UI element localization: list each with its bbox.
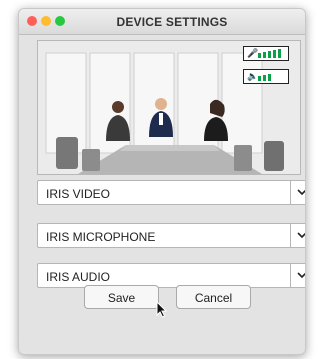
level-bar [268, 51, 271, 58]
video-device-value: IRIS VIDEO [46, 187, 111, 201]
microphone-level-meter: 🎤 [243, 46, 289, 61]
level-bar [263, 52, 266, 58]
chevron-down-icon[interactable] [290, 181, 305, 204]
zoom-window-button[interactable] [55, 16, 65, 26]
chevron-down-icon[interactable] [290, 224, 305, 247]
save-button[interactable]: Save [84, 285, 159, 309]
video-preview: 🎤 🔈 [37, 40, 301, 175]
audio-device-value: IRIS AUDIO [46, 270, 111, 284]
title-bar[interactable]: DEVICE SETTINGS [19, 9, 305, 35]
cancel-button[interactable]: Cancel [176, 285, 251, 309]
level-bar [273, 50, 276, 58]
mouse-cursor-icon [156, 301, 168, 318]
minimize-window-button[interactable] [41, 16, 51, 26]
audio-device-select[interactable]: IRIS AUDIO [37, 263, 305, 288]
microphone-device-value: IRIS MICROPHONE [46, 230, 156, 244]
level-bar [263, 75, 266, 81]
device-settings-window: DEVICE SETTINGS 🎤 🔈 IRIS VIDEO IRIS MICR… [18, 8, 306, 355]
microphone-icon: 🎤 [247, 48, 259, 58]
video-device-select[interactable]: IRIS VIDEO [37, 180, 305, 205]
speaker-icon: 🔈 [247, 71, 259, 81]
level-bar [278, 49, 281, 58]
level-bar [258, 53, 261, 58]
speaker-level-meter: 🔈 [243, 69, 289, 84]
level-bar [258, 76, 261, 81]
level-bar [268, 74, 271, 81]
microphone-device-select[interactable]: IRIS MICROPHONE [37, 223, 305, 248]
close-window-button[interactable] [27, 16, 37, 26]
chevron-down-icon[interactable] [290, 264, 305, 287]
window-title: DEVICE SETTINGS [116, 15, 228, 29]
